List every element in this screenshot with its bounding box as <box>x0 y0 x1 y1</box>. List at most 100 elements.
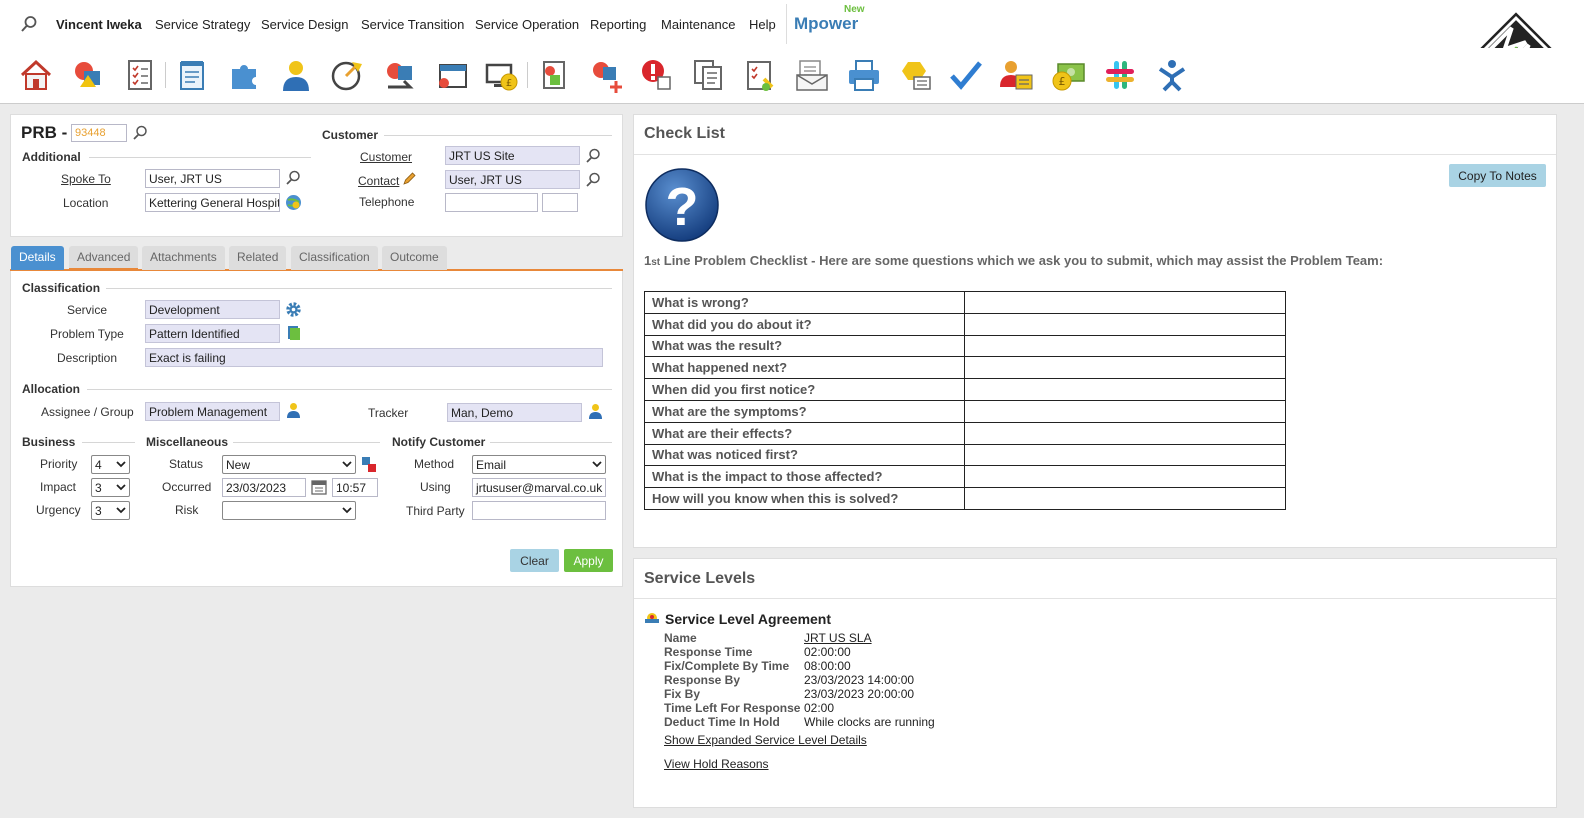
knowledge-icon[interactable] <box>898 57 934 93</box>
urgency-select[interactable]: 3 <box>91 501 130 520</box>
document-chart-icon[interactable] <box>536 57 572 93</box>
spoke-to-link[interactable]: Spoke To <box>61 172 111 186</box>
calendar-icon[interactable] <box>311 479 327 495</box>
notepad-icon[interactable] <box>174 57 210 93</box>
svg-text:?: ? <box>666 177 699 237</box>
menu-maintenance[interactable]: Maintenance <box>661 17 735 32</box>
third-party-field[interactable] <box>472 501 606 520</box>
money-icon[interactable]: £ <box>1050 57 1086 93</box>
checklist-answer[interactable] <box>964 421 1286 445</box>
search-icon[interactable] <box>585 172 601 188</box>
telephone-ext-field[interactable] <box>542 193 578 212</box>
mpower-logo[interactable]: Mpower <box>794 14 858 34</box>
new-problem-icon[interactable] <box>588 57 624 93</box>
menu-help[interactable]: Help <box>749 17 776 32</box>
location-field[interactable]: Kettering General Hospital <box>145 193 280 212</box>
puzzle-icon[interactable] <box>226 57 262 93</box>
impact-select[interactable]: 3 <box>91 478 130 497</box>
search-icon[interactable] <box>285 170 301 186</box>
menu-service-operation[interactable]: Service Operation <box>475 17 579 32</box>
tab-advanced[interactable]: Advanced <box>69 246 139 270</box>
description-field[interactable]: Exact is failing <box>145 348 603 367</box>
pencil-icon[interactable] <box>402 172 416 186</box>
checklist-icon[interactable] <box>122 57 158 93</box>
method-select[interactable]: Email <box>472 455 606 474</box>
gear-icon[interactable] <box>285 301 302 318</box>
jira-icon[interactable] <box>1154 57 1190 93</box>
spoke-to-field[interactable]: User, JRT US <box>145 169 280 188</box>
documents-icon[interactable] <box>690 57 726 93</box>
checklist-answer[interactable] <box>964 465 1286 489</box>
sla-name-link[interactable]: JRT US SLA <box>804 631 872 645</box>
occurred-date-field[interactable]: 23/03/2023 <box>222 478 306 497</box>
apply-button[interactable]: Apply <box>564 549 613 572</box>
checklist-answer[interactable] <box>964 356 1286 380</box>
user-icon[interactable] <box>286 402 301 418</box>
view-hold-reasons-link[interactable]: View Hold Reasons <box>664 757 769 771</box>
book-icon[interactable] <box>286 325 301 341</box>
contact-link[interactable]: Contact <box>358 174 399 188</box>
tracker-field[interactable]: Man, Demo <box>447 403 582 422</box>
speedometer-icon[interactable] <box>330 57 366 93</box>
customer-link[interactable]: Customer <box>360 150 412 164</box>
telephone-field[interactable] <box>445 193 538 212</box>
tab-classification[interactable]: Classification <box>291 246 378 270</box>
assignee-field[interactable]: Problem Management <box>145 402 280 421</box>
occurred-time-field[interactable]: 10:57 <box>332 478 378 497</box>
change-icon[interactable] <box>382 57 418 93</box>
header-panel: PRB - 93448 Additional Spoke To User, JR… <box>10 114 623 237</box>
checklist-answer[interactable] <box>964 443 1286 467</box>
problem-type-field[interactable]: Pattern Identified <box>145 324 280 343</box>
menu-service-transition[interactable]: Service Transition <box>361 17 464 32</box>
search-icon[interactable] <box>20 15 38 33</box>
problem-icon[interactable] <box>70 57 106 93</box>
slack-icon[interactable] <box>1102 57 1138 93</box>
intro-suffix: st <box>651 257 661 268</box>
tab-related[interactable]: Related <box>229 246 287 270</box>
alert-icon[interactable] <box>638 57 674 93</box>
top-navigation: Vincent Iweka Service Strategy Service D… <box>0 0 1584 48</box>
tab-details[interactable]: Details <box>11 246 64 270</box>
status-flow-icon[interactable] <box>361 456 377 473</box>
menu-service-design[interactable]: Service Design <box>261 17 348 32</box>
email-icon[interactable] <box>794 57 830 93</box>
calendar-icon[interactable] <box>434 57 470 93</box>
checklist-answer[interactable] <box>964 399 1286 423</box>
user-icon[interactable] <box>278 57 314 93</box>
search-icon[interactable] <box>585 148 601 164</box>
customer-card-icon[interactable] <box>998 57 1034 93</box>
clear-button[interactable]: Clear <box>510 549 559 572</box>
customer-field[interactable]: JRT US Site <box>445 146 580 165</box>
checklist-answer[interactable] <box>964 487 1286 510</box>
globe-user-icon[interactable] <box>285 194 302 211</box>
user-icon[interactable] <box>588 403 603 419</box>
printer-icon[interactable] <box>846 57 882 93</box>
home-icon[interactable] <box>18 57 54 93</box>
user-name[interactable]: Vincent Iweka <box>56 17 142 32</box>
contact-field[interactable]: User, JRT US <box>445 170 580 189</box>
checklist-answer[interactable] <box>964 334 1286 358</box>
menu-service-strategy[interactable]: Service Strategy <box>155 17 250 32</box>
monitor-cost-icon[interactable]: £ <box>484 57 520 93</box>
sla-field-label: Response By <box>664 673 741 687</box>
search-icon[interactable] <box>132 125 148 141</box>
toolbar-divider <box>527 62 528 88</box>
status-select[interactable]: New <box>222 455 356 474</box>
checklist-answer[interactable] <box>964 312 1286 336</box>
service-field[interactable]: Development <box>145 300 280 319</box>
expanded-details-link[interactable]: Show Expanded Service Level Details <box>664 733 867 747</box>
tick-icon[interactable] <box>948 57 984 93</box>
tab-attachments[interactable]: Attachments <box>142 246 225 270</box>
section-rule <box>82 442 135 443</box>
tab-outcome[interactable]: Outcome <box>382 246 447 270</box>
priority-select[interactable]: 4 <box>91 455 130 474</box>
menu-reporting[interactable]: Reporting <box>590 17 646 32</box>
problem-number-field[interactable]: 93448 <box>71 124 127 142</box>
checklist-answer[interactable] <box>964 378 1286 401</box>
using-field[interactable]: jrtususer@marval.co.uk <box>472 478 606 497</box>
task-checklist-icon[interactable] <box>742 57 778 93</box>
occurred-label: Occurred <box>162 480 212 494</box>
copy-to-notes-button[interactable]: Copy To Notes <box>1449 164 1546 187</box>
risk-select[interactable] <box>222 501 356 520</box>
checklist-answer[interactable] <box>964 291 1286 314</box>
